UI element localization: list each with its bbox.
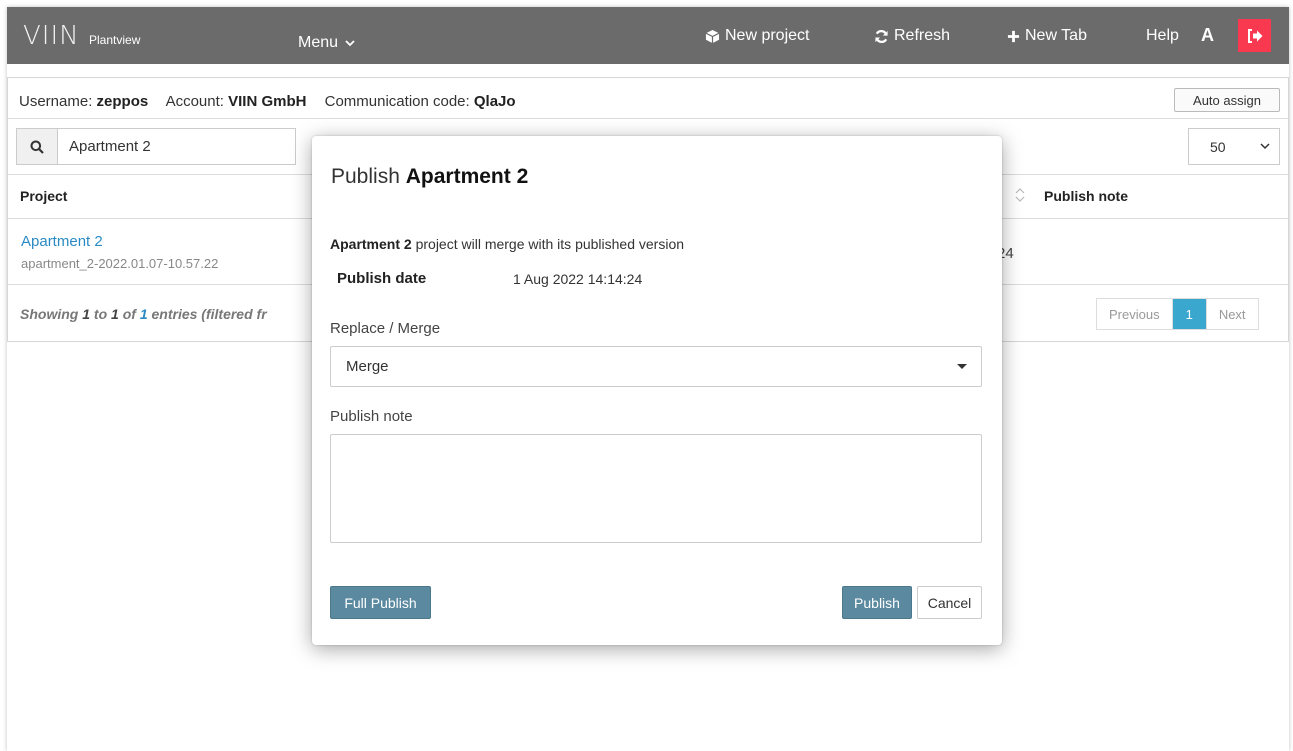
dialog-title: Publish Apartment 2 [331, 165, 528, 189]
cancel-button[interactable]: Cancel [917, 586, 982, 619]
new-project-button[interactable]: New project [705, 27, 809, 45]
publish-note-label: Publish note [330, 408, 413, 425]
dialog-description: Apartment 2 project will merge with its … [330, 236, 684, 252]
column-header-project[interactable]: Project [20, 188, 67, 204]
account-value: VIIN GmbH [228, 93, 307, 110]
caret-down-icon [957, 364, 967, 369]
info-text: Showing [20, 306, 79, 322]
page-size-value: 50 [1210, 138, 1226, 155]
refresh-icon [875, 29, 888, 43]
pagination-page-1[interactable]: 1 [1171, 299, 1206, 329]
pagination-next[interactable]: Next [1205, 299, 1258, 329]
table-info: Showing 1 to 1 of 1 entries (filtered fr [20, 306, 302, 322]
chevron-down-icon [1260, 143, 1270, 150]
publish-button[interactable]: Publish [842, 586, 912, 619]
plus-icon [1007, 30, 1020, 42]
new-tab-button[interactable]: New Tab [1007, 27, 1087, 45]
search-input[interactable] [69, 138, 289, 155]
page-size-select[interactable]: 50 [1188, 128, 1280, 165]
column-header-publish-note[interactable]: Publish note [1044, 188, 1128, 204]
description-text: project will merge with its published ve… [415, 236, 685, 252]
communication-code-label: Communication code: [324, 93, 470, 110]
search-icon [30, 140, 44, 154]
publish-dialog: Publish Apartment 2 Apartment 2 project … [312, 136, 1002, 645]
chevron-down-icon [345, 40, 356, 47]
info-text: entries (filtered fr [151, 306, 267, 322]
search-button[interactable] [17, 129, 58, 164]
communication-code-value: QlaJo [473, 93, 516, 110]
description-project: Apartment 2 [330, 236, 412, 252]
project-link[interactable]: Apartment 2 [21, 233, 103, 250]
divider [8, 118, 1288, 119]
logout-button[interactable] [1238, 19, 1271, 52]
logo: VIIN [23, 21, 80, 51]
username-label: Username: [19, 93, 93, 110]
replace-merge-value: Merge [346, 358, 389, 375]
dialog-title-prefix: Publish [331, 165, 400, 188]
search-box [16, 128, 296, 165]
new-tab-label: New Tab [1025, 27, 1087, 44]
publish-date-label: Publish date [337, 270, 427, 287]
auto-assign-button[interactable]: Auto assign [1174, 88, 1280, 112]
full-publish-button[interactable]: Full Publish [330, 586, 431, 619]
info-from: 1 [82, 306, 91, 322]
info-text: of [122, 306, 136, 322]
top-navbar: VIIN Plantview Menu New project Refresh … [7, 7, 1289, 64]
info-to: 1 [111, 306, 119, 322]
username-value: zeppos [96, 93, 149, 110]
publish-note-textarea[interactable] [330, 434, 982, 543]
user-info-bar: Username: zeppos Account: VIIN GmbH Comm… [19, 93, 516, 110]
replace-merge-label: Replace / Merge [330, 320, 441, 337]
pagination: Previous 1 Next [1096, 298, 1259, 330]
logo-subtitle: Plantview [89, 33, 141, 47]
info-total: 1 [139, 306, 148, 322]
refresh-button[interactable]: Refresh [874, 27, 950, 45]
publish-date-value: 1 Aug 2022 14:14:24 [513, 271, 643, 287]
menu-dropdown[interactable]: Menu [298, 34, 356, 52]
pagination-previous[interactable]: Previous [1097, 299, 1172, 329]
dialog-title-project: Apartment 2 [405, 165, 529, 188]
help-link[interactable]: Help [1146, 27, 1179, 45]
help-label: Help [1146, 27, 1179, 44]
cube-icon [705, 29, 720, 43]
new-project-label: New project [725, 27, 810, 44]
menu-label: Menu [298, 34, 339, 51]
app-window: VIIN Plantview Menu New project Refresh … [7, 7, 1289, 751]
project-version: apartment_2-2022.01.07-10.57.22 [21, 256, 219, 271]
account-label: Account: [165, 93, 224, 110]
sign-out-icon [1247, 28, 1262, 43]
refresh-label: Refresh [894, 27, 951, 44]
replace-merge-select[interactable]: Merge [330, 346, 982, 387]
sort-icon[interactable] [1015, 187, 1025, 206]
info-text: to [93, 306, 108, 322]
user-avatar[interactable]: A [1201, 25, 1214, 46]
